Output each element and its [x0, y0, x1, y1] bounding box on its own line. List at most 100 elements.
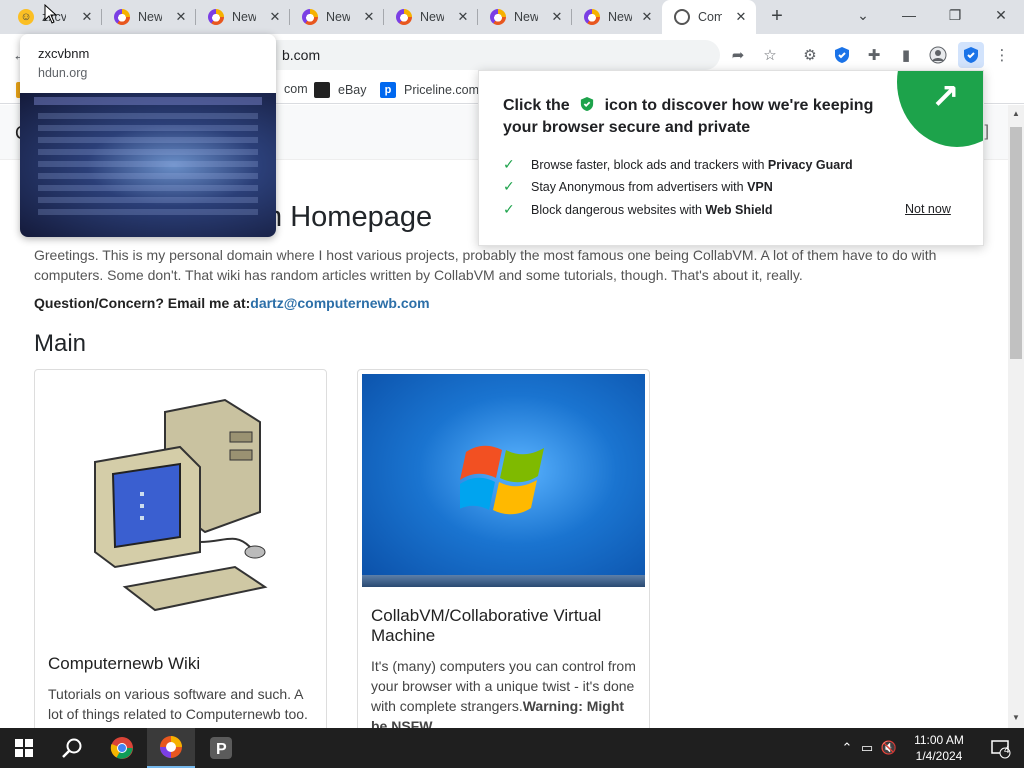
puzzle-extensions-icon[interactable]: ✚ — [864, 45, 884, 65]
close-window-button[interactable]: ✕ — [978, 0, 1024, 32]
tab-new-tab[interactable]: New ✕ — [290, 0, 384, 34]
priceline-icon: p — [380, 82, 396, 98]
tab-title: New — [326, 10, 350, 24]
scroll-up-icon[interactable]: ▲ — [1011, 109, 1021, 119]
chrome-icon — [110, 737, 133, 759]
feature-text: Block dangerous websites with — [531, 202, 706, 217]
close-tab-icon[interactable]: ✕ — [362, 10, 376, 24]
close-tab-icon[interactable]: ✕ — [268, 10, 282, 24]
card-title[interactable]: CollabVM/Collaborative Virtual Machine — [371, 606, 641, 646]
contact-email-link[interactable]: dartz@computernewb.com — [250, 295, 429, 311]
notification-count: 4 — [1004, 745, 1010, 756]
tab-new-tab[interactable]: New ✕ — [572, 0, 662, 34]
p-app-taskbar-button[interactable]: P — [197, 728, 245, 768]
extension-gear-icon[interactable]: ⚙ — [800, 45, 820, 65]
feature-row: ✓ Stay Anonymous from advertisers with V… — [503, 178, 773, 195]
scroll-thumb[interactable] — [1010, 127, 1022, 359]
minimize-button[interactable]: — — [886, 0, 932, 32]
card-title[interactable]: Computernewb Wiki — [48, 654, 318, 674]
restore-button[interactable]: ❐ — [932, 0, 978, 32]
close-tab-icon[interactable]: ✕ — [80, 10, 94, 24]
bookmark-item[interactable]: com — [284, 82, 308, 96]
tab-new-tab[interactable]: New ✕ — [196, 0, 290, 34]
close-tab-icon[interactable]: ✕ — [550, 10, 564, 24]
avast-browser-taskbar-button[interactable] — [147, 728, 195, 768]
tab-title: New — [138, 10, 162, 24]
start-button[interactable] — [0, 728, 48, 768]
bookmark-label: eBay — [338, 83, 367, 97]
share-icon[interactable]: ➦ — [728, 45, 748, 65]
tab-title: New — [608, 10, 632, 24]
profile-icon[interactable] — [928, 45, 948, 65]
contact-label: Question/Concern? Email me at: — [34, 295, 251, 311]
search-button[interactable] — [48, 728, 96, 768]
intro-paragraph: Greetings. This is my personal domain wh… — [34, 247, 937, 283]
security-promo-popup: ↗ Click the icon to discover how we're k… — [478, 70, 984, 246]
windows-start-icon — [15, 739, 33, 757]
bookmark-star-icon[interactable]: ☆ — [760, 45, 780, 65]
avast-browser-icon — [114, 9, 130, 25]
hover-card-domain: hdun.org — [38, 66, 88, 80]
tab-new-tab[interactable]: New ✕ — [478, 0, 572, 34]
page-scrollbar[interactable]: ▲ ▼ — [1008, 105, 1024, 728]
windows-logo-icon — [460, 445, 544, 515]
not-now-link[interactable]: Not now — [905, 202, 951, 216]
bookmark-priceline[interactable]: p Priceline.com — [380, 82, 479, 98]
windows7-screenshot — [362, 374, 645, 587]
chrome-taskbar-button[interactable] — [98, 728, 146, 768]
close-tab-icon[interactable]: ✕ — [734, 10, 748, 24]
card-wiki[interactable]: Computernewb Wiki Tutorials on various s… — [34, 369, 327, 728]
section-title: Main — [34, 330, 87, 357]
p-app-icon: P — [210, 737, 232, 759]
bookmark-label: com — [284, 82, 308, 96]
scroll-down-icon[interactable]: ▼ — [1011, 713, 1021, 723]
tab-new-tab[interactable]: New ✕ — [384, 0, 478, 34]
address-text: b.com — [282, 47, 321, 63]
search-icon — [62, 738, 82, 758]
avast-browser-icon — [490, 9, 506, 25]
clock-date: 1/4/2024 — [915, 749, 963, 763]
clock[interactable]: 11:00 AM 1/4/2024 — [894, 732, 984, 764]
menu-kebab-icon[interactable]: ⋮ — [992, 45, 1012, 65]
promo-headline-start: Click the — [503, 97, 570, 114]
system-tray: ⌃ ▭ 🔇 — [838, 728, 900, 768]
close-tab-icon[interactable]: ✕ — [174, 10, 188, 24]
hover-card-title: zxcvbnm — [38, 46, 90, 61]
side-panel-icon[interactable]: ▮ — [896, 45, 916, 65]
avast-browser-icon — [302, 9, 318, 25]
tab-new-tab[interactable]: New ✕ — [102, 0, 196, 34]
tab-title: New — [514, 10, 538, 24]
bookmark-label: Priceline.com — [404, 83, 480, 97]
feature-row: ✓ Browse faster, block ads and trackers … — [503, 156, 853, 173]
close-tab-icon[interactable]: ✕ — [640, 10, 654, 24]
arrow-up-right-icon: ↗ — [931, 78, 960, 116]
action-center-button[interactable]: 4 — [976, 728, 1024, 768]
avast-browser-icon — [396, 9, 412, 25]
tab-preview-thumbnail — [20, 93, 276, 237]
feature-text: Browse faster, block ads and trackers wi… — [531, 157, 768, 172]
network-icon[interactable]: ▭ — [856, 740, 878, 756]
windows-taskbar: P ⌃ ▭ 🔇 11:00 AM 1/4/2024 4 — [0, 728, 1024, 768]
feature-name: VPN — [747, 179, 773, 194]
promo-headline: Click the icon to discover how we're kee… — [503, 95, 883, 139]
tab-title: New — [232, 10, 256, 24]
tab-strip: ☺ zxcvb ✕ New ✕ New ✕ New ✕ New ✕ — [0, 0, 1024, 34]
check-icon: ✓ — [503, 178, 515, 194]
close-tab-icon[interactable]: ✕ — [456, 10, 470, 24]
shield-extension-icon[interactable] — [832, 45, 852, 65]
clock-time: 11:00 AM — [914, 733, 964, 747]
bookmark-ebay[interactable]: eBay — [314, 82, 367, 98]
show-hidden-icons-icon[interactable]: ⌃ — [838, 740, 856, 756]
tab-title: New — [420, 10, 444, 24]
new-tab-button[interactable]: + — [766, 6, 788, 28]
security-extension-icon[interactable] — [958, 42, 984, 68]
feature-name: Web Shield — [705, 202, 773, 217]
card-text: It's (many) computers you can control fr… — [371, 656, 641, 728]
check-icon: ✓ — [503, 201, 515, 217]
feature-name: Privacy Guard — [767, 157, 853, 172]
avast-browser-icon — [160, 736, 182, 758]
card-collabvm[interactable]: CollabVM/Collaborative Virtual Machine I… — [357, 369, 650, 728]
tab-hover-card: zxcvbnm hdun.org — [20, 34, 276, 237]
tab-search-icon[interactable]: ⌄ — [840, 0, 886, 32]
tab-computernewb-homepage[interactable]: Com ✕ — [662, 0, 756, 34]
